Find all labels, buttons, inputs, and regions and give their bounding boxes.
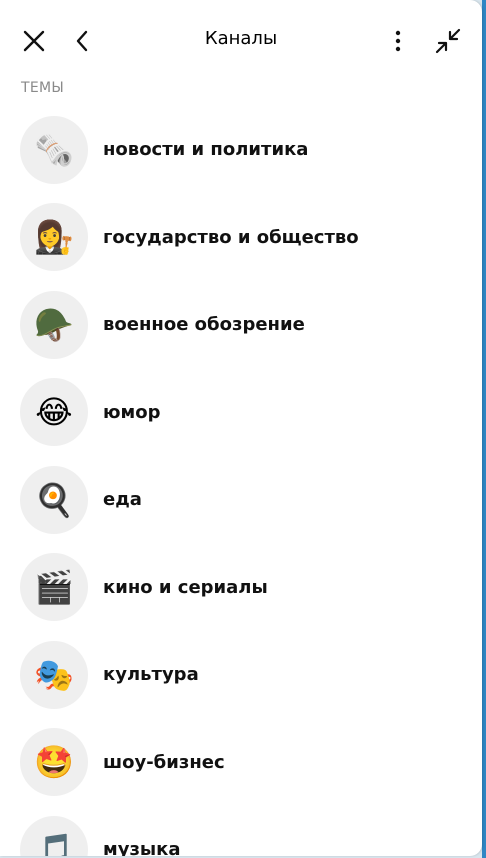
topic-item-music[interactable]: 🎵 музыка xyxy=(0,806,482,856)
minimize-button[interactable] xyxy=(428,21,468,61)
more-options-button[interactable] xyxy=(378,21,418,61)
topic-label: военное обозрение xyxy=(103,314,305,336)
topic-label: кино и сериалы xyxy=(103,576,268,598)
clapper-board-icon: 🎬 xyxy=(20,553,88,622)
theater-masks-icon: 🎭 xyxy=(20,640,88,709)
topic-item-news[interactable]: 🗞️ новости и политика xyxy=(0,106,482,194)
more-vertical-icon xyxy=(395,30,401,52)
section-label-topics: ТЕМЫ xyxy=(21,80,65,96)
tears-of-joy-icon: 😂 xyxy=(20,378,88,447)
topic-item-food[interactable]: 🍳 еда xyxy=(0,456,482,544)
background-window-edge xyxy=(482,0,486,858)
topic-item-state-society[interactable]: 👩‍⚖️ государство и общество xyxy=(0,194,482,282)
music-note-icon: 🎵 xyxy=(20,815,88,856)
topic-label: юмор xyxy=(103,401,161,423)
topic-label: музыка xyxy=(103,839,181,856)
topic-item-culture[interactable]: 🎭 культура xyxy=(0,631,482,719)
topic-item-showbiz[interactable]: 🤩 шоу-бизнес xyxy=(0,719,482,807)
header: Каналы xyxy=(0,0,482,82)
topic-label: еда xyxy=(103,489,142,511)
channels-panel: Каналы ТЕМЫ 🗞️ новости и политика 👩‍⚖️ г… xyxy=(0,0,482,856)
page-title: Каналы xyxy=(204,28,278,49)
topic-label: государство и общество xyxy=(103,226,359,248)
topic-item-movies[interactable]: 🎬 кино и сериалы xyxy=(0,544,482,632)
frying-pan-icon: 🍳 xyxy=(20,465,88,534)
judge-icon: 👩‍⚖️ xyxy=(20,203,88,272)
military-helmet-icon: 🪖 xyxy=(20,290,88,359)
collapse-icon xyxy=(435,28,461,54)
topic-label: шоу-бизнес xyxy=(103,751,225,773)
star-struck-icon: 🤩 xyxy=(20,728,88,797)
chevron-left-icon xyxy=(76,30,88,52)
back-button[interactable] xyxy=(62,21,102,61)
topic-label: культура xyxy=(103,664,199,686)
close-icon xyxy=(23,30,45,52)
close-button[interactable] xyxy=(14,21,54,61)
topic-item-military[interactable]: 🪖 военное обозрение xyxy=(0,281,482,369)
topic-label: новости и политика xyxy=(103,139,309,161)
topics-list: 🗞️ новости и политика 👩‍⚖️ государство и… xyxy=(0,106,482,856)
topic-item-humor[interactable]: 😂 юмор xyxy=(0,369,482,457)
newspaper-icon: 🗞️ xyxy=(20,115,88,184)
